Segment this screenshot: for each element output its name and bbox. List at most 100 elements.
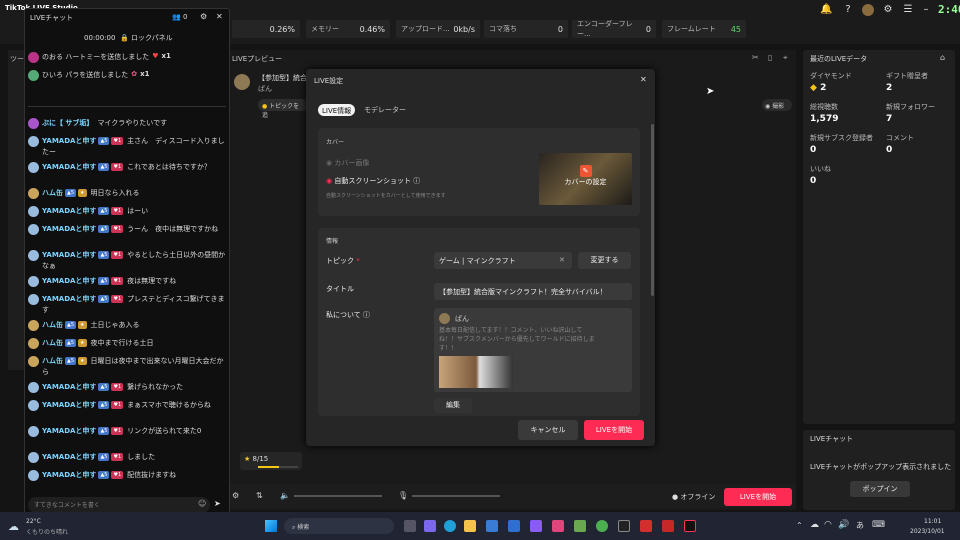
title-label: タイトル: [326, 285, 354, 293]
cover-thumbnail[interactable]: ✎ カバーの設定: [539, 153, 632, 205]
photos-icon[interactable]: [552, 520, 564, 532]
volume-icon[interactable]: 🔊: [838, 520, 849, 530]
chat-message: ハム缶 ▲5 ★ 土日じゃあ入る: [28, 320, 228, 331]
close-icon[interactable]: ✕: [640, 75, 647, 84]
topic-field[interactable]: ゲーム | マインクラフト: [434, 252, 572, 269]
stat-views: 1,579: [810, 114, 839, 124]
chat-message: YAMADAと申す ▲5 ♥1 主さん ディスコード入りましたー: [28, 136, 228, 158]
emoji-icon[interactable]: ☺: [198, 499, 206, 508]
keyboard-icon[interactable]: ⌨: [872, 520, 885, 530]
start-icon[interactable]: [265, 520, 277, 532]
capture-button[interactable]: ◉ 撮影: [762, 99, 792, 111]
phone-icon[interactable]: ▯: [768, 53, 772, 62]
metric-memory: メモリー 0.46%: [306, 20, 390, 38]
popin-button[interactable]: ポップイン: [850, 481, 910, 497]
stat-diamonds: ◆ 2: [810, 83, 827, 93]
edge-icon[interactable]: [444, 520, 456, 532]
taskbar-time: 11:01: [924, 518, 942, 525]
edit-button[interactable]: 編集: [434, 398, 472, 413]
offline-status: ● オフライン: [672, 493, 716, 501]
gift-row: ひいろ パラを送信しました ✿ x1: [28, 70, 226, 81]
xbox-icon[interactable]: [596, 520, 608, 532]
tiktok-icon[interactable]: [684, 520, 696, 532]
acrobat-icon[interactable]: [640, 520, 652, 532]
go-live-button[interactable]: LIVEを開始: [724, 488, 792, 506]
stat-followers: 7: [886, 114, 893, 124]
send-icon[interactable]: ➤: [214, 499, 221, 508]
diamond-icon: ◆: [810, 83, 817, 93]
store-icon[interactable]: [486, 520, 498, 532]
scissors-icon[interactable]: ✂: [752, 53, 759, 62]
folder-icon[interactable]: [464, 520, 476, 532]
change-topic-button[interactable]: 変更する: [578, 252, 631, 269]
speaker-volume-slider[interactable]: [294, 495, 382, 497]
lock-panel-button[interactable]: 🔒 ロックパネル: [120, 33, 173, 43]
chat-message: ぷに【 サブ垢】 マイクラやりたいです: [28, 118, 228, 129]
minecraft-icon[interactable]: [574, 520, 586, 532]
tab-moderator[interactable]: モデレーター: [364, 105, 406, 115]
topic-button[interactable]: ● トピックを追: [258, 99, 308, 119]
chat-message: YAMADAと申す ▲5 ♥1 うーん 夜中は無理ですかね: [28, 224, 228, 235]
chat-message: YAMADAと申す ▲5 ♥1 配信抜けますね: [28, 470, 228, 481]
stat-comments: 0: [886, 145, 893, 155]
modal-scrollbar[interactable]: [651, 124, 654, 296]
gear-icon[interactable]: ⚙: [200, 12, 207, 21]
clear-icon[interactable]: ✕: [559, 256, 565, 264]
mic-icon[interactable]: 🎙: [398, 491, 408, 500]
chat-message: YAMADAと申す ▲5 ♥1 リンクが送られて来た0: [28, 426, 228, 437]
chat-message: YAMADAと申す ▲5 ♥1 まぁスマホで聴けるからね: [28, 400, 228, 411]
ds-icon[interactable]: [662, 520, 674, 532]
menu-icon[interactable]: ☰: [902, 4, 914, 16]
about-name: ぱん: [455, 315, 469, 323]
tray-chevron-icon[interactable]: ⌃: [796, 521, 803, 530]
streamer-avatar: [234, 74, 250, 90]
sliders-icon[interactable]: ⇅: [256, 491, 263, 500]
settings-icon[interactable]: ⚙: [882, 4, 894, 16]
weather-desc: くもりのち晴れ: [26, 529, 69, 536]
heart-gift-icon: ♥: [152, 52, 159, 60]
star-goal[interactable]: ★ 8/15: [240, 452, 302, 470]
wifi-icon[interactable]: ◠: [824, 520, 832, 530]
cursor-icon: ➤: [706, 86, 715, 97]
taskbar-search[interactable]: ⌕ 検索: [284, 518, 394, 534]
cloud-icon[interactable]: ☁: [810, 520, 819, 530]
topic-label: トピック *: [326, 257, 360, 265]
app-icon[interactable]: [530, 520, 542, 532]
capcut-icon[interactable]: [618, 520, 630, 532]
bell-icon[interactable]: 🔔: [820, 4, 832, 16]
task-view-icon[interactable]: [404, 520, 416, 532]
speaker-icon[interactable]: 🔈: [280, 491, 290, 500]
ime-indicator[interactable]: あ: [856, 520, 864, 531]
stat-label: ダイヤモンド: [810, 72, 852, 80]
metric-dropped-frames: コマ落ち 0: [484, 20, 568, 38]
tab-live-info[interactable]: LIVE情報: [318, 104, 356, 116]
left-panel-label: ツー: [10, 55, 24, 63]
close-icon[interactable]: ✕: [216, 12, 223, 21]
weather-icon[interactable]: ☁: [8, 520, 19, 533]
modal-title: LIVE設定: [314, 77, 344, 85]
avatar[interactable]: [862, 4, 874, 16]
live-data-title: 最近のLIVEデータ: [810, 55, 868, 63]
info-section-title: 情報: [326, 238, 339, 245]
streamer-name: ぱん: [258, 85, 272, 93]
chat-message: ハム缶 ▲5 ★ 明日なら入れる: [28, 188, 228, 199]
minimize-icon[interactable]: –: [920, 4, 932, 16]
auto-screenshot-radio[interactable]: ◉ 自動スクリーンショット ⓘ: [326, 176, 420, 186]
chat-title: LIVEチャット: [30, 14, 74, 22]
cancel-button[interactable]: キャンセル: [518, 420, 578, 440]
chat-input[interactable]: すてきなコメントを書く: [28, 497, 210, 513]
home-icon[interactable]: ⌂: [940, 53, 945, 62]
chat-app-icon[interactable]: [424, 520, 436, 532]
start-live-button[interactable]: LIVEを開始: [584, 420, 644, 440]
mail-icon[interactable]: [508, 520, 520, 532]
pin-icon[interactable]: ⌖: [783, 53, 788, 63]
about-avatar: [439, 313, 450, 324]
title-field[interactable]: 【参加型】統合版マインクラフト！完全サバイバル！: [434, 283, 632, 300]
mic-volume-slider[interactable]: [412, 495, 500, 497]
cover-image-radio[interactable]: ◉ カバー画像: [326, 158, 369, 168]
star-icon: ★: [244, 455, 251, 463]
help-icon[interactable]: ?: [842, 4, 854, 16]
live-chat-title: LIVEチャット: [810, 435, 854, 443]
gear-icon[interactable]: ⚙: [232, 491, 239, 500]
stat-label: 総視聴数: [810, 103, 838, 111]
